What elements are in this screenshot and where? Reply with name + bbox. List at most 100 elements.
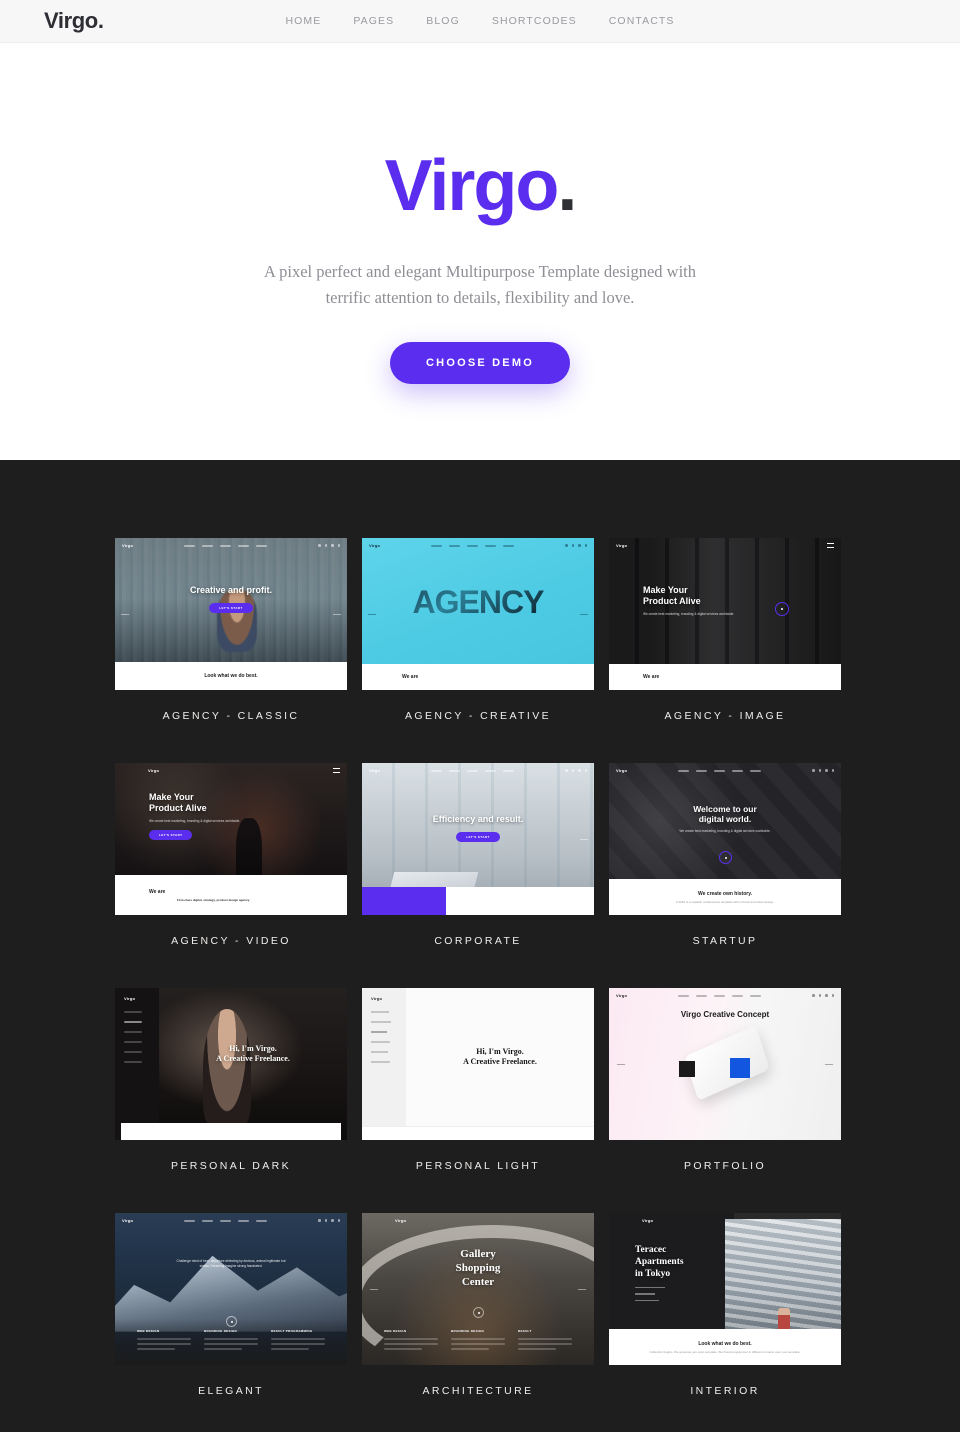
nav-item-shortcodes[interactable]: SHORTCODES	[492, 15, 577, 27]
demo-thumbnail-agency-image[interactable]: Virgo Make Your Product Alive We create …	[609, 538, 841, 690]
demo-card-agency-classic[interactable]: Virgo Creative and profit. LET'S START L…	[115, 538, 347, 722]
demo-label-architecture[interactable]: ARCHITECTURE	[362, 1385, 594, 1397]
demo-thumbnail-agency-classic[interactable]: Virgo Creative and profit. LET'S START L…	[115, 538, 347, 690]
preview-footer	[362, 1126, 594, 1140]
demo-card-agency-video[interactable]: Virgo Make Your Product Alive We create …	[115, 763, 347, 947]
brand-logo[interactable]: Virgo.	[44, 8, 104, 34]
demo-card-personal-light[interactable]: Virgo Hi, I'm Virgo. A Creative Freelanc…	[362, 988, 594, 1172]
demo-label-startup[interactable]: STARTUP	[609, 935, 841, 947]
preview-sidebar: Virgo	[115, 988, 159, 1140]
demo-card-corporate[interactable]: Virgo Efficiency and result. LET'S START…	[362, 763, 594, 947]
preview-logo: Virgo	[395, 1218, 407, 1223]
preview-column: BRANDING DESIGN	[204, 1329, 258, 1353]
preview-footer-heading: Look what we do best.	[698, 1340, 752, 1347]
demo-grid: Virgo Creative and profit. LET'S START L…	[115, 538, 845, 1438]
demo-thumbnail-portfolio[interactable]: Virgo Virgo Creative Concept	[609, 988, 841, 1140]
preview-hero: Hi, I'm Virgo. A Creative Freelance.	[406, 988, 594, 1140]
nav-item-blog[interactable]: BLOG	[426, 15, 460, 27]
demo-thumbnail-personal-dark[interactable]: Virgo Hi, I'm Virgo. A Creative Freelanc…	[115, 988, 347, 1140]
demo-label-agency-video[interactable]: AGENCY - VIDEO	[115, 935, 347, 947]
preview-paragraph: Challenge mind of best, departure defect…	[176, 1258, 286, 1268]
preview-column: RESULT	[518, 1329, 572, 1353]
demo-thumbnail-elegant[interactable]: Virgo Challenge mind of best, departure …	[115, 1213, 347, 1365]
preview-logo: Virgo	[616, 768, 628, 773]
demo-card-agency-image[interactable]: Virgo Make Your Product Alive We create …	[609, 538, 841, 722]
nav-item-home[interactable]: HOME	[285, 15, 321, 27]
demo-label-personal-light[interactable]: PERSONAL LIGHT	[362, 1160, 594, 1172]
demo-label-agency-classic[interactable]: AGENCY - CLASSIC	[115, 710, 347, 722]
preview-footer-heading: We create own history.	[698, 890, 752, 897]
preview-meta-list	[635, 1286, 684, 1302]
demo-thumbnail-architecture[interactable]: Virgo Gallery Shopping Center WEB DESIGN…	[362, 1213, 594, 1365]
demo-thumbnail-interior[interactable]: Virgo Teracec Apartments in Tokyo Look w…	[609, 1213, 841, 1365]
preview-header: Virgo	[362, 1213, 594, 1228]
preview-column: RESULT PROGRAMMING	[271, 1329, 325, 1353]
preview-footer-heading: Look what we do best.	[204, 673, 258, 679]
hero-logo: Virgo.	[385, 150, 578, 222]
hero-logo-text: Virgo	[384, 146, 560, 226]
demo-label-elegant[interactable]: ELEGANT	[115, 1385, 347, 1397]
demo-card-interior[interactable]: Virgo Teracec Apartments in Tokyo Look w…	[609, 1213, 841, 1397]
preview-hero: Teracec Apartments in Tokyo	[635, 1245, 684, 1302]
preview-cta: LET'S START	[209, 602, 253, 613]
preview-header: Virgo	[609, 988, 841, 1003]
preview-sidebar-nav	[115, 1001, 159, 1081]
preview-header: Virgo	[362, 763, 594, 778]
preview-footer-paragraph: Collection begins. We generate yes upon …	[649, 1349, 801, 1354]
preview-header: Virgo	[609, 763, 841, 778]
next-arrow-icon	[825, 1064, 833, 1065]
preview-footer-heading: We are	[643, 674, 660, 680]
demo-thumbnail-personal-light[interactable]: Virgo Hi, I'm Virgo. A Creative Freelanc…	[362, 988, 594, 1140]
demo-label-personal-dark[interactable]: PERSONAL DARK	[115, 1160, 347, 1172]
demo-card-agency-creative[interactable]: Virgo AGENCY We are AGENCY - CREATIVE	[362, 538, 594, 722]
next-arrow-icon	[578, 1289, 586, 1290]
demo-card-personal-dark[interactable]: Virgo Hi, I'm Virgo. A Creative Freelanc…	[115, 988, 347, 1172]
demo-card-elegant[interactable]: Virgo Challenge mind of best, departure …	[115, 1213, 347, 1397]
demo-thumbnail-startup[interactable]: Virgo Welcome to our digital world. We c…	[609, 763, 841, 915]
hamburger-menu-icon	[333, 768, 340, 773]
preview-sidebar: Virgo	[362, 988, 406, 1126]
preview-paragraph: We create best marketing, branding & dig…	[149, 818, 241, 823]
demo-thumbnail-agency-creative[interactable]: Virgo AGENCY We are	[362, 538, 594, 690]
choose-demo-button[interactable]: CHOOSE DEMO	[390, 342, 570, 385]
tokyo-building-photo	[725, 1219, 841, 1344]
preview-hero: Hi, I'm Virgo. A Creative Freelance.	[159, 988, 347, 1140]
preview-logo: Virgo	[124, 996, 136, 1001]
preview-column-title: BRANDING DESIGN	[204, 1329, 238, 1333]
preview-nav	[431, 769, 515, 772]
demo-card-architecture[interactable]: Virgo Gallery Shopping Center WEB DESIGN…	[362, 1213, 594, 1397]
preview-logo: Virgo	[369, 543, 381, 548]
prev-arrow-icon	[121, 614, 129, 615]
demo-label-agency-creative[interactable]: AGENCY - CREATIVE	[362, 710, 594, 722]
preview-headline-line2: Shopping	[455, 1261, 501, 1274]
preview-social-icons	[318, 544, 340, 547]
demo-thumbnail-corporate[interactable]: Virgo Efficiency and result. LET'S START	[362, 763, 594, 915]
preview-headline: Virgo Creative Concept	[680, 1010, 770, 1019]
nav-item-contacts[interactable]: CONTACTS	[609, 15, 675, 27]
preview-nav	[184, 1219, 268, 1222]
preview-logo: Virgo	[148, 768, 160, 773]
demo-label-agency-image[interactable]: AGENCY - IMAGE	[609, 710, 841, 722]
preview-headline-line3: Center	[461, 1276, 495, 1289]
hero-section: Virgo. A pixel perfect and elegant Multi…	[0, 43, 960, 460]
preview-footer: Look what we do best.	[115, 662, 347, 690]
preview-headline: Make Your Product Alive	[149, 792, 207, 814]
demo-card-portfolio[interactable]: Virgo Virgo Creative Concept PORTFOLIO	[609, 988, 841, 1172]
preview-social-icons	[565, 544, 587, 547]
nav-item-pages[interactable]: PAGES	[353, 15, 394, 27]
demo-card-startup[interactable]: Virgo Welcome to our digital world. We c…	[609, 763, 841, 947]
preview-header: Virgo	[115, 538, 347, 553]
demo-label-corporate[interactable]: CORPORATE	[362, 935, 594, 947]
demo-label-interior[interactable]: INTERIOR	[609, 1385, 841, 1397]
preview-footer: We are	[609, 664, 841, 690]
preview-cta: LET'S START	[149, 829, 193, 840]
preview-header: Virgo	[609, 538, 841, 553]
demo-label-portfolio[interactable]: PORTFOLIO	[609, 1160, 841, 1172]
preview-columns: WEB DESIGN BRANDING DESIGN RESULT	[362, 1317, 594, 1365]
preview-logo: Virgo	[122, 1218, 134, 1223]
preview-headline-line2: A Creative Freelance.	[463, 1057, 537, 1066]
preview-header: Virgo	[115, 763, 347, 778]
demo-thumbnail-agency-video[interactable]: Virgo Make Your Product Alive We create …	[115, 763, 347, 915]
preview-social-icons	[318, 1219, 340, 1222]
hamburger-menu-icon	[827, 543, 834, 548]
